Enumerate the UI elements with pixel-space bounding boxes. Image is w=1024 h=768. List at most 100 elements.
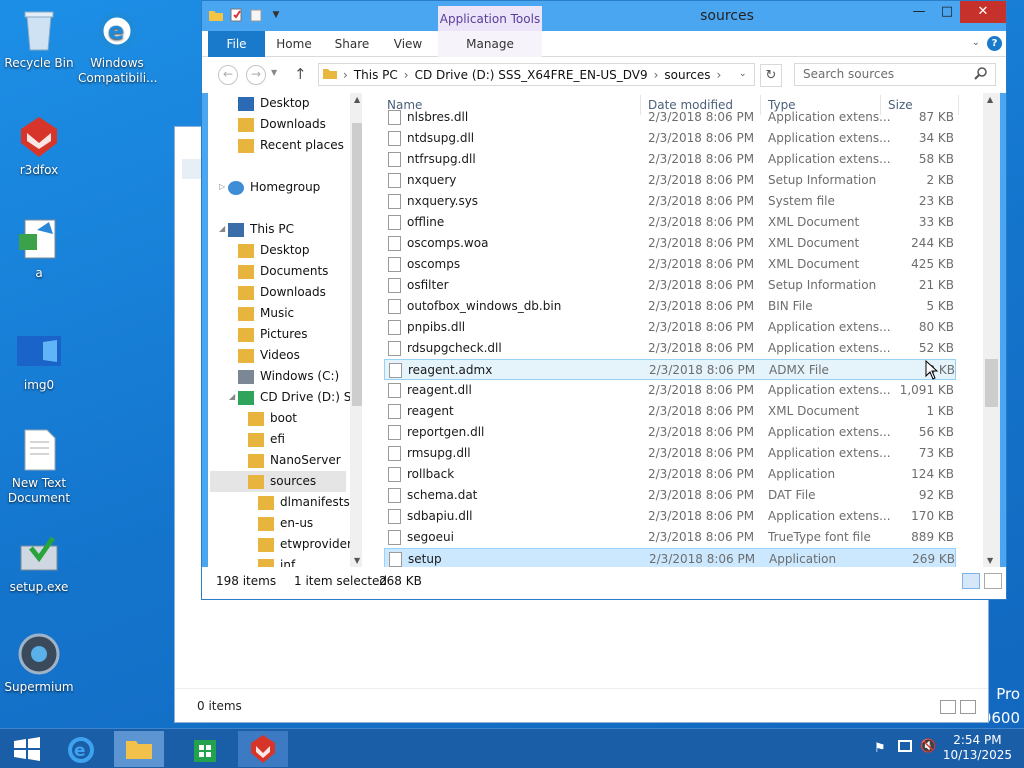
expand-ribbon-icon[interactable]: ⌄ — [972, 37, 980, 48]
desktop-icon-a[interactable]: a — [0, 218, 78, 281]
nav-item-recent-places[interactable]: Recent places — [238, 135, 344, 156]
scroll-down-icon[interactable]: ▼ — [987, 556, 993, 565]
desktop-icon-new-text-document[interactable]: New Text Document — [0, 428, 78, 506]
nav-item-en-us[interactable]: en-us — [258, 513, 313, 534]
nav-item-dlmanifests[interactable]: dlmanifests — [258, 492, 350, 513]
file-row[interactable]: rollback 2/3/2018 8:06 PM Application 124 K… — [384, 464, 956, 485]
details-view-button[interactable] — [962, 573, 980, 589]
clock[interactable]: 2:54 PM 10/13/2025 — [943, 733, 1012, 763]
tab-file[interactable]: File — [208, 31, 265, 57]
nav-scroll-thumb[interactable] — [352, 123, 362, 406]
nav-item-this-pc[interactable]: This PC — [228, 219, 294, 240]
file-row[interactable]: reportgen.dll 2/3/2018 8:06 PM Application… — [384, 422, 956, 443]
explorer-window[interactable]: ▼ Application Tools sources — □ ✕ File H… — [201, 0, 1007, 600]
file-row[interactable]: outofbox_windows_db.bin 2/3/2018 8:06 PM B… — [384, 296, 956, 317]
file-row[interactable]: schema.dat 2/3/2018 8:06 PM DAT File 92 KB — [384, 485, 956, 506]
file-row[interactable]: rmsupg.dll 2/3/2018 8:06 PM Application ex… — [384, 443, 956, 464]
nav-item-inf[interactable]: inf — [258, 555, 295, 567]
taskbar-r3dfox[interactable] — [238, 731, 288, 767]
file-row[interactable]: ntdsupg.dll 2/3/2018 8:06 PM Application e… — [384, 128, 956, 149]
nav-item-desktop[interactable]: Desktop — [238, 93, 310, 114]
close-button[interactable]: ✕ — [960, 1, 1006, 23]
file-row[interactable]: segoeui 2/3/2018 8:06 PM TrueType font fil… — [384, 527, 956, 548]
network-icon[interactable] — [898, 740, 912, 752]
nav-item-boot[interactable]: boot — [248, 408, 297, 429]
file-row[interactable]: osfilter 2/3/2018 8:06 PM Setup Informatio… — [384, 275, 956, 296]
scroll-up-icon[interactable]: ▲ — [354, 95, 360, 104]
desktop-icon-img0[interactable]: img0 — [0, 330, 78, 393]
folder-icon[interactable] — [208, 7, 224, 23]
nav-item-etwproviders[interactable]: etwproviders — [258, 534, 358, 555]
taskbar-file-explorer[interactable] — [114, 731, 164, 767]
nav-item-nanoserver[interactable]: NanoServer — [248, 450, 341, 471]
nav-item-efi[interactable]: efi — [248, 429, 285, 450]
large-icons-view-button[interactable] — [960, 700, 976, 714]
tab-share[interactable]: Share — [330, 31, 374, 57]
desktop-icon-r3dfox[interactable]: r3dfox — [0, 115, 78, 178]
file-row[interactable]: sdbapiu.dll 2/3/2018 8:06 PM Application e… — [384, 506, 956, 527]
nav-item-windows-c[interactable]: Windows (C:) — [238, 366, 339, 387]
context-tab-application-tools[interactable]: Application Tools — [438, 6, 542, 33]
collapse-arrow-icon[interactable]: ◢ — [229, 392, 235, 401]
file-row[interactable]: pnpibs.dll 2/3/2018 8:06 PM Application ex… — [384, 317, 956, 338]
nav-item-music[interactable]: Music — [238, 303, 294, 324]
desktop-icon-recycle-bin[interactable]: Recycle Bin — [0, 8, 78, 71]
flag-icon[interactable]: ⚑ — [874, 741, 886, 756]
address-dropdown-icon[interactable]: ⌄ — [739, 69, 747, 79]
tab-manage[interactable]: Manage — [438, 31, 542, 57]
file-row[interactable]: reagent.admx 2/3/2018 8:06 PM ADMX File 8 K… — [384, 359, 956, 380]
start-button[interactable] — [2, 731, 52, 767]
nav-item-pictures[interactable]: Pictures — [238, 324, 308, 345]
properties-icon[interactable] — [228, 7, 244, 23]
file-row[interactable]: ntfrsupg.dll 2/3/2018 8:06 PM Application … — [384, 149, 956, 170]
nav-item-videos[interactable]: Videos — [238, 345, 300, 366]
nav-scrollbar[interactable]: ▲ ▼ — [350, 93, 362, 567]
nav-item-sources[interactable]: sources — [210, 471, 346, 492]
nav-item-homegroup[interactable]: Homegroup — [228, 177, 320, 198]
up-button[interactable]: ↑ — [294, 65, 307, 83]
desktop-icon-setup-exe[interactable]: setup.exe — [0, 532, 78, 595]
large-icons-view-button[interactable] — [984, 573, 1002, 589]
forward-button[interactable]: → — [246, 65, 266, 85]
file-row[interactable]: oscomps.woa 2/3/2018 8:06 PM XML Document 2… — [384, 233, 956, 254]
expand-arrow-icon[interactable]: ▷ — [219, 182, 225, 191]
tab-view[interactable]: View — [388, 31, 428, 57]
refresh-button[interactable]: ↻ — [760, 64, 782, 87]
nav-item-downloads[interactable]: Downloads — [238, 114, 326, 135]
breadcrumb-sources[interactable]: sources — [664, 68, 710, 82]
search-input[interactable]: Search sources — [794, 63, 996, 86]
title-bar[interactable]: ▼ Application Tools sources — □ ✕ — [202, 1, 1006, 33]
scroll-up-icon[interactable]: ▲ — [987, 95, 993, 104]
nav-item-desktop-folder[interactable]: Desktop — [238, 240, 310, 261]
file-row[interactable]: nxquery 2/3/2018 8:06 PM Setup Information… — [384, 170, 956, 191]
details-view-button[interactable] — [940, 700, 956, 714]
collapse-arrow-icon[interactable]: ◢ — [219, 224, 225, 233]
file-row[interactable]: offline 2/3/2018 8:06 PM XML Document 33 KB — [384, 212, 956, 233]
navigation-pane[interactable]: Desktop Downloads Recent places ▷ Homegr… — [208, 93, 362, 567]
volume-muted-icon[interactable]: 🔇 — [920, 739, 936, 754]
file-row[interactable]: reagent 2/3/2018 8:06 PM XML Document 1 KB — [384, 401, 956, 422]
back-button[interactable]: ← — [218, 65, 238, 85]
breadcrumb-cd-drive[interactable]: CD Drive (D:) SSS_X64FRE_EN-US_DV9 — [415, 68, 648, 82]
file-list-scroll-thumb[interactable] — [985, 359, 998, 407]
desktop-icon-windows-compatibility[interactable]: e Windows Compatibili... — [78, 8, 157, 86]
file-row[interactable]: nxquery.sys 2/3/2018 8:06 PM System file 23… — [384, 191, 956, 212]
file-row[interactable]: oscomps 2/3/2018 8:06 PM XML Document 425 K… — [384, 254, 956, 275]
file-row[interactable]: nlsbres.dll 2/3/2018 8:06 PM Application e… — [384, 107, 956, 128]
file-list-scrollbar[interactable]: ▲ ▼ — [983, 93, 1000, 567]
desktop-icon-supermium[interactable]: Supermium — [0, 632, 78, 695]
breadcrumb[interactable]: › This PC › CD Drive (D:) SSS_X64FRE_EN-… — [318, 63, 755, 86]
file-row[interactable]: rdsupgcheck.dll 2/3/2018 8:06 PM Applicati… — [384, 338, 956, 359]
taskbar-ie[interactable]: e — [56, 731, 106, 767]
nav-item-cd-drive[interactable]: CD Drive (D:) SSS — [238, 387, 362, 408]
nav-item-downloads-folder[interactable]: Downloads — [238, 282, 326, 303]
tab-home[interactable]: Home — [272, 31, 316, 57]
file-list[interactable]: ⌃ Name Date modified Type Size nlsbres.d… — [378, 93, 1000, 567]
file-row[interactable]: setup 2/3/2018 8:06 PM Application 269 KB — [384, 548, 956, 567]
taskbar-store[interactable] — [180, 731, 230, 767]
minimize-button[interactable]: — — [904, 1, 934, 23]
help-icon[interactable]: ? — [987, 36, 1002, 51]
file-row[interactable]: reagent.dll 2/3/2018 8:06 PM Application e… — [384, 380, 956, 401]
recent-locations-icon[interactable]: ▼ — [271, 68, 277, 77]
scroll-down-icon[interactable]: ▼ — [354, 556, 360, 565]
